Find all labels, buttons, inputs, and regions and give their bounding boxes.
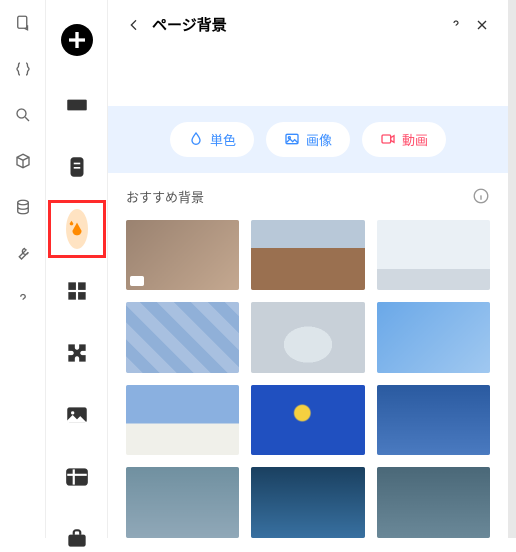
- cube-icon[interactable]: [14, 152, 32, 170]
- braces-icon[interactable]: [14, 60, 32, 78]
- tab-image[interactable]: 画像: [266, 122, 350, 157]
- drop-icon: [188, 131, 204, 147]
- tab-label: 画像: [306, 130, 332, 149]
- bg-thumb[interactable]: [251, 302, 364, 373]
- bg-thumb[interactable]: [251, 385, 364, 456]
- bg-thumb[interactable]: [377, 302, 490, 373]
- preview-area: [108, 47, 508, 106]
- tool-column: [46, 0, 108, 538]
- apps-grid-icon[interactable]: [64, 278, 90, 304]
- tab-label: 単色: [210, 130, 236, 149]
- bg-type-tabs: 単色 画像 動画: [108, 106, 508, 173]
- panel-title: ページ背景: [152, 14, 438, 35]
- bg-thumb[interactable]: [251, 467, 364, 538]
- bg-thumb[interactable]: [126, 467, 239, 538]
- bg-thumb[interactable]: [251, 220, 364, 291]
- right-edge: [508, 0, 516, 538]
- briefcase-icon[interactable]: [64, 526, 90, 552]
- search-icon[interactable]: [14, 106, 32, 124]
- wrench-icon[interactable]: [14, 244, 32, 262]
- bg-thumb[interactable]: [377, 220, 490, 291]
- help-icon[interactable]: [14, 290, 32, 308]
- section-title: おすすめ背景: [126, 187, 472, 206]
- thumbnail-grid: [108, 220, 508, 538]
- background-panel: ページ背景 単色 画像 動画 おすすめ背景: [108, 0, 508, 538]
- back-icon[interactable]: [126, 17, 142, 33]
- video-badge-icon: [130, 276, 144, 286]
- help-small-icon[interactable]: [448, 17, 464, 33]
- close-icon[interactable]: [474, 17, 490, 33]
- image-icon[interactable]: [64, 402, 90, 428]
- video-icon: [380, 131, 396, 147]
- panel-header: ページ背景: [108, 0, 508, 47]
- bg-thumb[interactable]: [126, 220, 239, 291]
- bg-thumb[interactable]: [126, 302, 239, 373]
- database-icon[interactable]: [14, 198, 32, 216]
- picture-icon: [284, 131, 300, 147]
- bg-thumb[interactable]: [126, 385, 239, 456]
- tab-video[interactable]: 動画: [362, 122, 446, 157]
- section-header: おすすめ背景: [108, 173, 508, 220]
- tab-label: 動画: [402, 130, 428, 149]
- bg-thumb[interactable]: [377, 385, 490, 456]
- file-icon[interactable]: [14, 14, 32, 32]
- tab-solid-color[interactable]: 単色: [170, 122, 254, 157]
- add-button[interactable]: [61, 24, 93, 56]
- left-rail: [0, 0, 46, 538]
- table-icon[interactable]: [64, 464, 90, 490]
- section-icon[interactable]: [64, 92, 90, 118]
- page-icon[interactable]: [64, 154, 90, 180]
- bg-thumb[interactable]: [377, 467, 490, 538]
- theme-button-highlighted[interactable]: [48, 200, 106, 258]
- info-icon[interactable]: [472, 187, 490, 205]
- puzzle-icon[interactable]: [64, 340, 90, 366]
